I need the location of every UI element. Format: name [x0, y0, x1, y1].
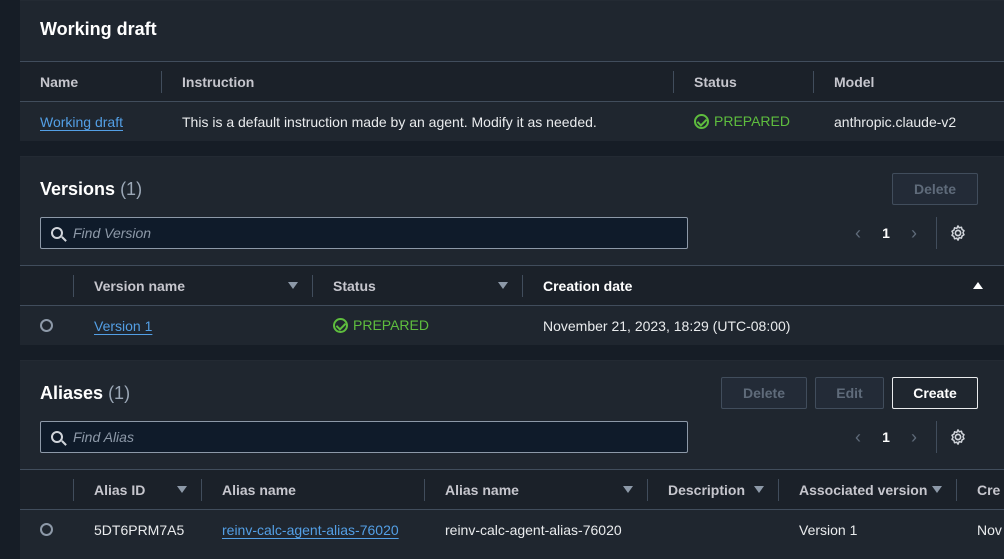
column-header-version-name[interactable]: Version name: [94, 278, 185, 294]
sort-caret-icon[interactable]: [498, 282, 508, 289]
column-header-alias-name[interactable]: Alias name: [445, 482, 519, 498]
aliases-panel: Aliases (1) Delete Edit Create ‹ 1 › Ali…: [20, 360, 1004, 559]
instruction-text: This is a default instruction made by an…: [182, 114, 597, 130]
column-separator: [956, 479, 957, 501]
sort-ascending-icon[interactable]: [973, 282, 983, 289]
aliases-title: Aliases (1): [40, 383, 130, 404]
row-radio[interactable]: [40, 523, 53, 536]
page-number[interactable]: 1: [868, 429, 904, 445]
sort-caret-icon[interactable]: [623, 486, 633, 493]
model-text: anthropic.claude-v2: [834, 114, 957, 130]
associated-version-text: Version 1: [799, 522, 858, 538]
column-separator: [424, 479, 425, 501]
column-separator: [647, 479, 648, 501]
edit-alias-button[interactable]: Edit: [815, 377, 884, 409]
column-separator: [161, 71, 162, 93]
version-search-input[interactable]: [73, 225, 653, 241]
chevron-left-icon[interactable]: ‹: [848, 223, 868, 244]
aliases-count: (1): [108, 383, 131, 403]
column-header-name: Name: [40, 74, 79, 90]
chevron-right-icon[interactable]: ›: [904, 223, 924, 244]
working-draft-row: Working draft This is a default instruct…: [20, 101, 1004, 141]
left-edge-strip: [0, 0, 20, 559]
check-circle-icon: [333, 317, 348, 333]
delete-alias-button[interactable]: Delete: [721, 377, 807, 409]
column-header-status: Status: [694, 74, 737, 90]
table-row: Version 1 PREPARED November 21, 2023, 18…: [20, 305, 1004, 345]
working-draft-panel: Working draft Name Instruction Status Mo…: [20, 0, 1004, 141]
creation-date-text: November 21, 2023, 18:29 (UTC-08:00): [543, 318, 791, 334]
create-alias-button[interactable]: Create: [892, 377, 978, 409]
column-header-associated-version[interactable]: Associated version: [799, 482, 927, 498]
column-separator: [73, 275, 74, 297]
alias-search-input[interactable]: [73, 429, 653, 445]
status-badge: PREPARED: [694, 113, 790, 129]
versions-title: Versions (1): [40, 179, 142, 200]
versions-header-row: Version name Status Creation date: [20, 265, 1004, 305]
versions-panel: Versions (1) Delete ‹ 1 › Version name S…: [20, 156, 1004, 345]
alias-name-text: reinv-calc-agent-alias-76020: [445, 522, 622, 538]
sort-caret-icon[interactable]: [754, 486, 764, 493]
chevron-right-icon[interactable]: ›: [904, 427, 924, 448]
status-text: PREPARED: [353, 317, 429, 333]
versions-count: (1): [120, 179, 143, 199]
column-header-creation-date[interactable]: Creation date: [543, 278, 632, 294]
column-header-status[interactable]: Status: [333, 278, 376, 294]
chevron-left-icon[interactable]: ‹: [848, 427, 868, 448]
column-header-model: Model: [834, 74, 875, 90]
column-separator: [201, 479, 202, 501]
column-header-alias-name-link[interactable]: Alias name: [222, 482, 296, 498]
version-pagination: ‹ 1 ›: [848, 217, 967, 249]
status-text: PREPARED: [714, 113, 790, 129]
row-radio[interactable]: [40, 319, 53, 332]
working-draft-header-row: Name Instruction Status Model: [20, 61, 1004, 101]
aliases-header-row: Alias ID Alias name Alias name Descripti…: [20, 469, 1004, 509]
table-row: 5DT6PRM7A5 reinv-calc-agent-alias-76020 …: [20, 509, 1004, 549]
alias-id-text: 5DT6PRM7A5: [94, 522, 185, 538]
status-badge: PREPARED: [333, 317, 429, 333]
sort-caret-icon[interactable]: [177, 486, 187, 493]
search-icon: [51, 431, 63, 443]
version-link[interactable]: Version 1: [94, 318, 152, 334]
divider: [936, 217, 937, 249]
alias-pagination: ‹ 1 ›: [848, 421, 967, 453]
delete-version-button[interactable]: Delete: [892, 173, 978, 205]
gear-icon[interactable]: [949, 224, 967, 242]
column-header-creation-date[interactable]: Cre: [977, 482, 1000, 498]
column-separator: [312, 275, 313, 297]
versions-title-text: Versions: [40, 179, 116, 199]
check-circle-icon: [694, 113, 709, 129]
gear-icon[interactable]: [949, 428, 967, 446]
column-separator: [813, 71, 814, 93]
working-draft-link[interactable]: Working draft: [40, 114, 123, 130]
column-separator: [673, 71, 674, 93]
sort-caret-icon[interactable]: [288, 282, 298, 289]
column-header-alias-id[interactable]: Alias ID: [94, 482, 145, 498]
version-search-box[interactable]: [40, 217, 688, 249]
column-header-instruction: Instruction: [182, 74, 255, 90]
alias-link[interactable]: reinv-calc-agent-alias-76020: [222, 522, 399, 538]
aliases-title-text: Aliases: [40, 383, 104, 403]
sort-caret-icon[interactable]: [932, 486, 942, 493]
working-draft-title: Working draft: [40, 19, 157, 39]
divider: [936, 421, 937, 453]
alias-search-box[interactable]: [40, 421, 688, 453]
column-separator: [73, 479, 74, 501]
creation-date-text: Nov: [977, 522, 1002, 538]
column-separator: [778, 479, 779, 501]
column-header-description[interactable]: Description: [668, 482, 745, 498]
column-separator: [522, 275, 523, 297]
search-icon: [51, 227, 63, 239]
page-number[interactable]: 1: [868, 225, 904, 241]
